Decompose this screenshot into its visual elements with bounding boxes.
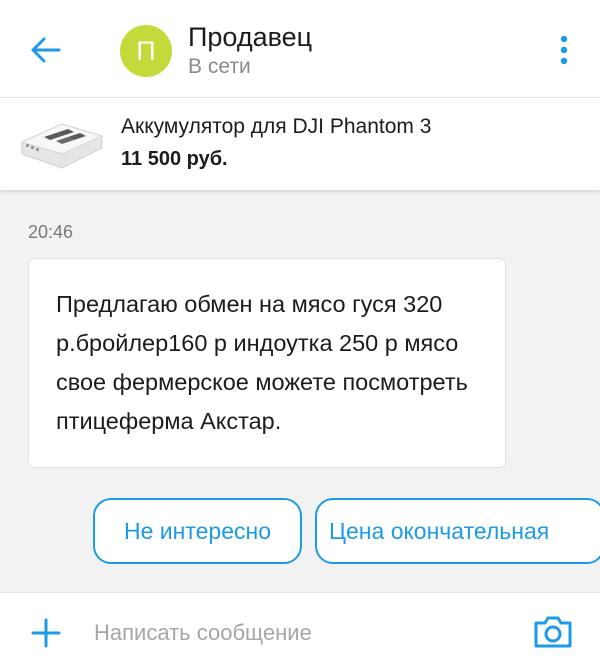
message-input[interactable] — [94, 611, 494, 655]
product-price: 11 500 руб. — [121, 148, 228, 170]
seller-name[interactable]: Продавец — [188, 22, 312, 53]
back-button[interactable] — [22, 26, 70, 74]
seller-status: В сети — [188, 55, 251, 78]
more-vertical-icon[interactable] — [560, 35, 568, 65]
battery-image — [20, 123, 104, 169]
add-attachment-button[interactable] — [28, 615, 64, 651]
chat-header: П Продавец В сети — [0, 0, 600, 97]
arrow-left-icon[interactable] — [31, 37, 61, 63]
camera-icon[interactable] — [532, 614, 574, 650]
camera-button[interactable] — [530, 612, 576, 652]
quick-reply-final-price[interactable]: Цена окончательная — [315, 498, 600, 564]
product-title: Аккумулятор для DJI Phantom 3 — [121, 115, 432, 138]
message-timestamp: 20:46 — [28, 222, 74, 242]
plus-icon[interactable] — [31, 618, 61, 648]
quick-reply-not-interested[interactable]: Не интересно — [93, 498, 302, 564]
avatar[interactable]: П — [120, 25, 172, 77]
more-options-button[interactable] — [544, 28, 584, 72]
message-bubble[interactable]: Предлагаю обмен на мясо гуся 320 р.бройл… — [28, 258, 506, 468]
product-card[interactable]: Аккумулятор для DJI Phantom 3 11 500 руб… — [0, 97, 600, 190]
message-composer — [0, 592, 600, 670]
message-text: Предлагаю обмен на мясо гуся 320 р.бройл… — [56, 291, 468, 434]
